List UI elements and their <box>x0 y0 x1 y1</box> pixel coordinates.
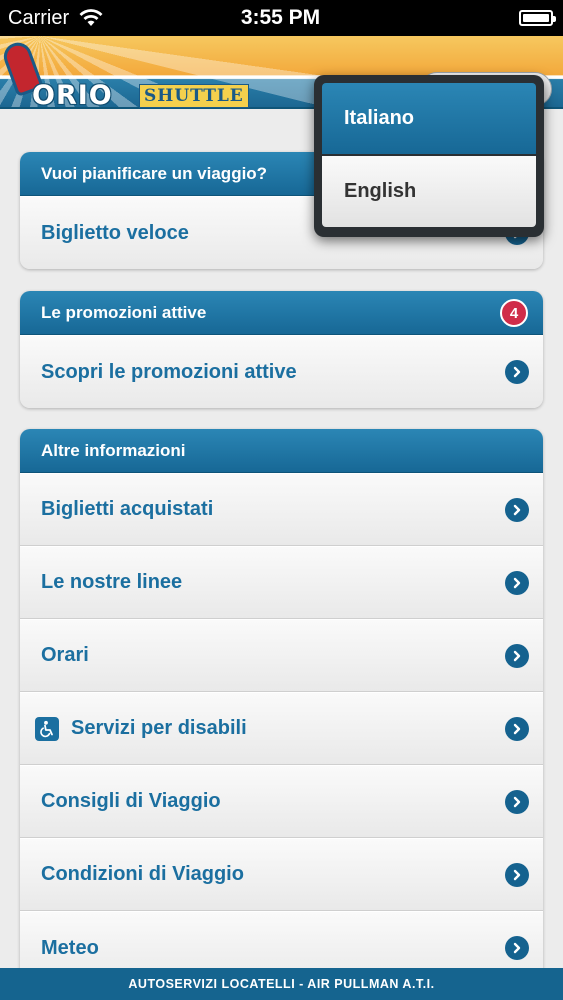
list-item-consigli-viaggio[interactable]: Consigli di Viaggio <box>20 765 543 838</box>
list-item-scopri-promozioni[interactable]: Scopri le promozioni attive <box>20 335 543 408</box>
language-option-italiano[interactable]: Italiano <box>322 83 536 154</box>
row-label: Servizi per disabili <box>71 717 247 739</box>
list-item-biglietti-acquistati[interactable]: Biglietti acquistati <box>20 473 543 546</box>
row-label: Meteo <box>41 936 99 959</box>
status-right <box>373 10 556 26</box>
status-bar: Carrier 3:55 PM <box>0 0 563 36</box>
section-header: Le promozioni attive 4 <box>20 291 543 335</box>
section-title: Vuoi pianificare un viaggio? <box>41 163 268 183</box>
chevron-right-icon <box>505 716 529 741</box>
row-label: Consigli di Viaggio <box>41 790 221 812</box>
section-header: Altre informazioni <box>20 429 543 473</box>
section-title: Altre informazioni <box>41 440 186 460</box>
row-label: Orari <box>41 644 89 666</box>
row-label: Condizioni di Viaggio <box>41 863 244 885</box>
language-menu: Italiano English <box>314 75 544 237</box>
section-title: Le promozioni attive <box>41 302 207 322</box>
battery-icon <box>519 10 556 26</box>
chevron-right-icon <box>505 360 529 384</box>
chevron-right-icon <box>505 862 529 887</box>
list-item-condizioni-viaggio[interactable]: Condizioni di Viaggio <box>20 838 543 911</box>
list-item-nostre-linee[interactable]: Le nostre linee <box>20 546 543 619</box>
status-left: Carrier <box>8 7 188 30</box>
chevron-right-icon <box>505 570 529 595</box>
footer-text: AUTOSERVIZI LOCATELLI - AIR PULLMAN A.T.… <box>128 977 435 991</box>
promotions-count-badge: 4 <box>500 299 528 327</box>
wheelchair-icon <box>35 716 59 741</box>
row-label: Scopri le promozioni attive <box>41 360 297 383</box>
chevron-right-icon <box>505 643 529 668</box>
chevron-right-icon <box>505 789 529 814</box>
status-time: 3:55 PM <box>240 6 321 29</box>
list-item-orari[interactable]: Orari <box>20 619 543 692</box>
language-option-english[interactable]: English <box>322 156 536 227</box>
row-label: Biglietto veloce <box>41 221 189 244</box>
footer-bar: AUTOSERVIZI LOCATELLI - AIR PULLMAN A.T.… <box>0 968 563 1000</box>
chevron-right-icon <box>505 497 529 522</box>
section-other-info: Altre informazioni Biglietti acquistati … <box>20 429 543 984</box>
row-label: Le nostre linee <box>41 571 183 593</box>
wifi-icon <box>79 9 103 26</box>
logo-text: ORIO <box>32 80 113 111</box>
chevron-right-icon <box>505 936 529 960</box>
list-item-servizi-disabili[interactable]: Servizi per disabili <box>20 692 543 765</box>
carrier-label: Carrier <box>8 6 70 29</box>
row-label-group: Servizi per disabili <box>35 716 247 741</box>
logo-subtext: SHUTTLE <box>139 84 249 108</box>
section-promotions: Le promozioni attive 4 Scopri le promozi… <box>20 291 543 408</box>
row-label: Biglietti acquistati <box>41 498 214 520</box>
